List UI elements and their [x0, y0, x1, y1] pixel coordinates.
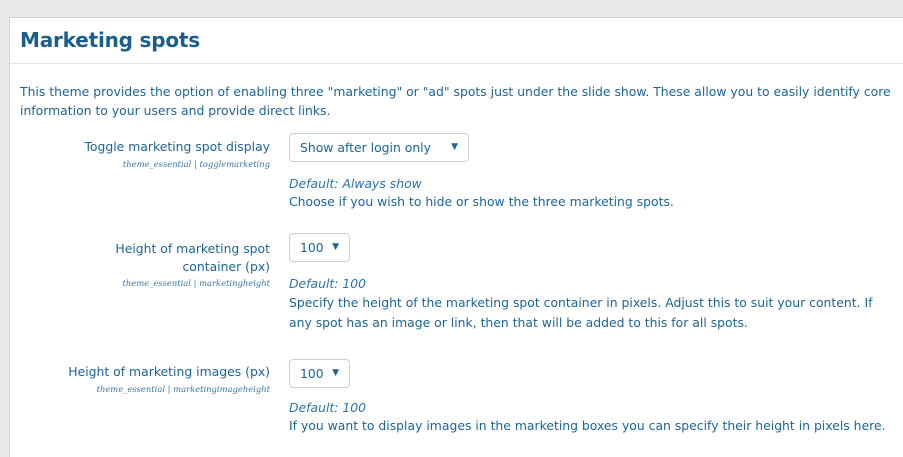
section-intro: This theme provides the option of enabli… [20, 84, 891, 118]
setting-description: If you want to display images in the mar… [289, 418, 886, 433]
setting-default: Default: 100 [289, 400, 367, 415]
toggle-marketing-select[interactable]: Show after login only ▼ [289, 133, 469, 162]
setting-key: theme_essential | marketingheight [122, 278, 270, 288]
select-value: 100 [300, 366, 324, 381]
setting-description: Specify the height of the marketing spot… [289, 295, 873, 330]
caret-down-icon: ▼ [332, 242, 339, 252]
setting-label: Height of marketing images (px) [68, 364, 270, 379]
setting-label: Toggle marketing spot display [84, 139, 270, 154]
select-value: Show after login only [300, 140, 431, 155]
caret-down-icon: ▼ [332, 368, 339, 378]
setting-default: Default: 100 [289, 276, 367, 291]
setting-key: theme_essential | togglemarketing [122, 159, 270, 169]
caret-down-icon: ▼ [451, 142, 458, 152]
setting-description: Choose if you wish to hide or show the t… [289, 194, 674, 209]
settings-panel: Marketing spots This theme provides the … [9, 17, 903, 457]
marketing-image-height-select[interactable]: 100 ▼ [289, 359, 350, 388]
select-value: 100 [300, 240, 324, 255]
setting-key: theme_essential | marketingimageheight [96, 384, 270, 394]
marketing-height-select[interactable]: 100 ▼ [289, 233, 350, 262]
setting-label: Height of marketing spot container (px) [115, 241, 270, 274]
section-title: Marketing spots [20, 28, 200, 52]
setting-default: Default: Always show [289, 176, 422, 191]
title-divider [10, 63, 903, 64]
